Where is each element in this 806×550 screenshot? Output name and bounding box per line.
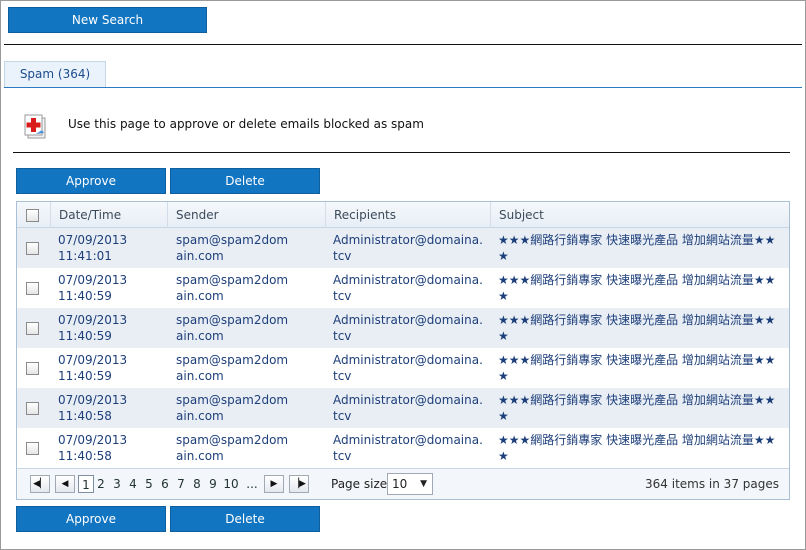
page-link[interactable]: 5 — [144, 475, 154, 493]
delete-button-bottom[interactable]: Delete — [170, 506, 320, 532]
cell-recipients: Administrator@domaina.tcv — [333, 273, 483, 303]
page-link-more[interactable]: ... — [245, 475, 259, 493]
page-link[interactable]: 9 — [208, 475, 218, 493]
page-link[interactable]: 10 — [222, 475, 240, 493]
prev-page-icon[interactable]: ◀ — [55, 475, 75, 493]
column-header-datetime[interactable]: Date/Time — [50, 202, 167, 228]
first-page-icon[interactable]: ◀▏ — [30, 475, 50, 493]
cell-sender: spam@spam2domain.com — [176, 393, 289, 423]
page-size-value: 10 — [392, 477, 408, 491]
grid-header: Date/Time Sender Recipients Subject — [17, 202, 789, 228]
top-divider — [4, 44, 802, 45]
cell-sender: spam@spam2domain.com — [176, 273, 289, 303]
select-all-checkbox[interactable] — [26, 209, 39, 222]
cell-datetime: 07/09/2013 11:40:59 — [58, 273, 128, 303]
cell-recipients: Administrator@domaina.tcv — [333, 313, 483, 343]
pager-summary: 364 items in 37 pages — [645, 477, 779, 491]
cell-sender: spam@spam2domain.com — [176, 433, 289, 463]
page-size-label: Page size: — [331, 477, 392, 491]
info-divider — [13, 152, 790, 153]
column-header-sender[interactable]: Sender — [167, 202, 325, 228]
cell-sender: spam@spam2domain.com — [176, 233, 289, 263]
page-link-current[interactable]: 1 — [78, 475, 94, 493]
approve-button-bottom[interactable]: Approve — [16, 506, 166, 532]
page-link[interactable]: 2 — [96, 475, 106, 493]
tab-spam[interactable]: Spam (364) — [4, 61, 106, 88]
row-checkbox[interactable] — [26, 282, 39, 295]
grid-pager: ◀▏ ◀ 1 2 3 4 5 6 7 8 9 10 ... ▶ ▕▶ Page … — [17, 468, 789, 499]
page-link[interactable]: 4 — [128, 475, 138, 493]
cell-subject: ★★★網路行銷專家 快速曝光產品 增加網站流量★★★ — [498, 393, 776, 423]
page-link[interactable]: 7 — [176, 475, 186, 493]
row-checkbox[interactable] — [26, 322, 39, 335]
row-checkbox[interactable] — [26, 402, 39, 415]
new-search-button[interactable]: New Search — [8, 7, 207, 33]
row-checkbox[interactable] — [26, 242, 39, 255]
table-row[interactable]: 07/09/2013 11:41:01 spam@spam2domain.com… — [17, 228, 789, 268]
page-link[interactable]: 8 — [192, 475, 202, 493]
info-message: Use this page to approve or delete email… — [68, 117, 424, 131]
column-header-recipients[interactable]: Recipients — [325, 202, 490, 228]
page-size-select[interactable]: 10 ▼ — [387, 473, 433, 495]
delete-button[interactable]: Delete — [170, 168, 320, 194]
cell-sender: spam@spam2domain.com — [176, 353, 289, 383]
cell-datetime: 07/09/2013 11:40:58 — [58, 433, 128, 463]
cell-datetime: 07/09/2013 11:40:59 — [58, 313, 128, 343]
cell-subject: ★★★網路行銷專家 快速曝光產品 增加網站流量★★★ — [498, 433, 776, 463]
table-row[interactable]: 07/09/2013 11:40:59 spam@spam2domain.com… — [17, 348, 789, 388]
last-page-icon[interactable]: ▕▶ — [289, 475, 309, 493]
table-row[interactable]: 07/09/2013 11:40:58 spam@spam2domain.com… — [17, 388, 789, 428]
cell-subject: ★★★網路行銷專家 快速曝光產品 增加網站流量★★★ — [498, 233, 776, 263]
table-row[interactable]: 07/09/2013 11:40:59 spam@spam2domain.com… — [17, 308, 789, 348]
cell-recipients: Administrator@domaina.tcv — [333, 233, 483, 263]
cell-recipients: Administrator@domaina.tcv — [333, 353, 483, 383]
next-page-icon[interactable]: ▶ — [264, 475, 284, 493]
cell-datetime: 07/09/2013 11:40:59 — [58, 353, 128, 383]
chevron-down-icon: ▼ — [420, 479, 427, 489]
cell-datetime: 07/09/2013 11:41:01 — [58, 233, 128, 263]
cell-subject: ★★★網路行銷專家 快速曝光產品 增加網站流量★★★ — [498, 313, 776, 343]
approve-button[interactable]: Approve — [16, 168, 166, 194]
cell-recipients: Administrator@domaina.tcv — [333, 433, 483, 463]
table-row[interactable]: 07/09/2013 11:40:59 spam@spam2domain.com… — [17, 268, 789, 308]
spam-grid: Date/Time Sender Recipients Subject 07/0… — [16, 201, 790, 500]
table-row[interactable]: 07/09/2013 11:40:58 spam@spam2domain.com… — [17, 428, 789, 468]
cell-subject: ★★★網路行銷專家 快速曝光產品 增加網站流量★★★ — [498, 273, 776, 303]
row-checkbox[interactable] — [26, 362, 39, 375]
page-link[interactable]: 3 — [112, 475, 122, 493]
cell-datetime: 07/09/2013 11:40:58 — [58, 393, 128, 423]
row-checkbox[interactable] — [26, 442, 39, 455]
column-header-subject[interactable]: Subject — [490, 202, 789, 228]
cell-sender: spam@spam2domain.com — [176, 313, 289, 343]
cell-recipients: Administrator@domaina.tcv — [333, 393, 483, 423]
page-link[interactable]: 6 — [160, 475, 170, 493]
spam-document-icon — [24, 114, 46, 139]
tab-underline — [4, 87, 802, 88]
cell-subject: ★★★網路行銷專家 快速曝光產品 增加網站流量★★★ — [498, 353, 776, 383]
